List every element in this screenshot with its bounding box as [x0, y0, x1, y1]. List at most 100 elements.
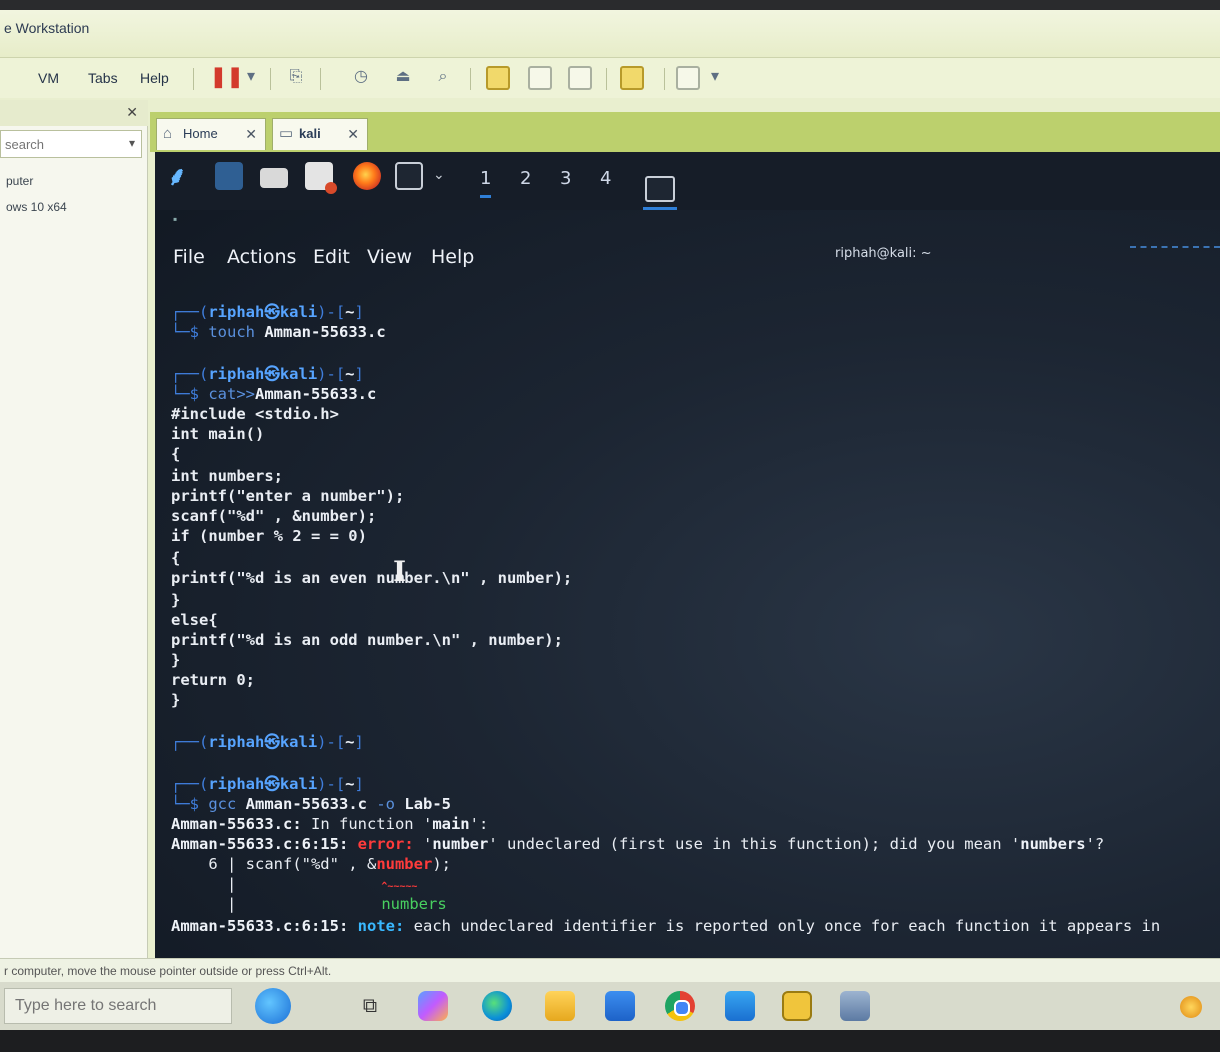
library-item-windows[interactable]: ows 10 x64 — [6, 200, 67, 214]
pause-icon[interactable]: ❚❚ — [210, 66, 244, 88]
terminal-menu-edit[interactable]: Edit — [313, 246, 350, 268]
code-line: #include <stdio.h> — [171, 405, 339, 423]
snapshot-icon[interactable]: ◷ — [350, 66, 372, 88]
prompt-line: ┌──(riphah㉿kali)-[~] — [171, 733, 364, 751]
firefox-icon[interactable] — [353, 162, 381, 190]
menu-help[interactable]: Help — [140, 70, 169, 86]
compiler-note: Amman-55633.c:6:15: note: each undeclare… — [171, 917, 1161, 935]
vmware-icon[interactable] — [782, 991, 812, 1021]
active-window-terminal-icon[interactable] — [643, 176, 677, 210]
file-explorer-icon[interactable] — [545, 991, 575, 1021]
thumbnail-bar-icon[interactable] — [528, 66, 552, 90]
menu-tabs[interactable]: Tabs — [88, 70, 118, 86]
tab-label: kali — [299, 126, 321, 141]
title-decoration — [1130, 246, 1220, 248]
library-header: ✕ — [0, 100, 148, 126]
workspace-3[interactable]: 3 — [560, 168, 571, 189]
terminal-window-icon: ▪ — [173, 212, 178, 226]
vm-icon: ▭ — [279, 125, 294, 142]
compiler-message: Amman-55633.c: In function 'main': — [171, 815, 489, 833]
terminal-launcher-icon[interactable] — [215, 162, 243, 190]
library-search: ▾ — [0, 130, 142, 158]
widgets-icon[interactable] — [255, 988, 291, 1024]
code-line: if (number % 2 = = 0) — [171, 527, 367, 545]
vmware-menubar: VM Tabs Help ❚❚ ▾ ⎘ ◷ ⏏ ⌕ ▾ — [0, 58, 1220, 98]
screen-bezel — [0, 1030, 1220, 1052]
code-line: else{ — [171, 611, 218, 629]
terminal-output[interactable]: ┌──(riphah㉿kali)-[~] └─$ touch Amman-556… — [171, 302, 1216, 952]
tab-home[interactable]: ⌂ Home ✕ — [156, 118, 266, 150]
prompt-line: ┌──(riphah㉿kali)-[~] — [171, 303, 364, 321]
prompt-line: ┌──(riphah㉿kali)-[~] — [171, 775, 364, 793]
code-line: { — [171, 549, 181, 567]
code-line: } — [171, 691, 181, 709]
kali-desktop[interactable]: ⸙ ⌄ 1 2 3 4 ▪ File Actions Edit View Hel… — [155, 152, 1220, 958]
command-line: └─$ touch Amman-55633.c — [171, 323, 386, 341]
chevron-down-icon[interactable]: ▾ — [704, 66, 726, 88]
copilot-icon[interactable] — [418, 991, 448, 1021]
chevron-down-icon[interactable]: ⌄ — [433, 166, 445, 183]
prompt-line: ┌──(riphah㉿kali)-[~] — [171, 365, 364, 383]
library-search-input[interactable] — [1, 131, 121, 157]
stretch-guest-icon[interactable] — [676, 66, 700, 90]
terminal-menubar: File Actions Edit View Help riphah@kali:… — [155, 232, 1220, 272]
store-icon[interactable] — [605, 991, 635, 1021]
chrome-icon[interactable] — [665, 991, 695, 1021]
compiler-error: Amman-55633.c:6:15: error: 'number' unde… — [171, 835, 1105, 853]
revert-snapshot-icon[interactable]: ⏏ — [392, 66, 414, 88]
kali-menu-icon[interactable]: ⸙ — [163, 162, 191, 190]
code-line: scanf("%d" , &number); — [171, 507, 377, 525]
terminal-menu-help[interactable]: Help — [431, 246, 474, 268]
windows-taskbar: ⧉ — [0, 982, 1220, 1030]
close-icon[interactable]: ✕ — [126, 104, 138, 121]
console-view-icon[interactable] — [620, 66, 644, 90]
app-icon[interactable] — [840, 991, 870, 1021]
terminal-menu-actions[interactable]: Actions — [227, 246, 296, 268]
menu-vm[interactable]: VM — [38, 70, 59, 86]
code-line: } — [171, 651, 181, 669]
vmware-titlebar: e Workstation — [0, 0, 1220, 58]
text-cursor-icon: I — [393, 555, 407, 588]
screen-bezel — [0, 0, 1220, 10]
full-screen-icon[interactable] — [568, 66, 592, 90]
task-view-icon[interactable]: ⧉ — [355, 991, 385, 1021]
toolbar-separator — [606, 68, 607, 90]
weather-icon[interactable] — [1180, 996, 1202, 1018]
close-icon[interactable]: ✕ — [347, 119, 359, 149]
snapshot-manager-icon[interactable]: ⌕ — [432, 66, 454, 88]
compiler-suggestion-line: | numbers — [171, 895, 447, 913]
library-panel: ✕ ▾ puter ows 10 x64 — [0, 100, 148, 960]
edge-icon[interactable] — [482, 991, 512, 1021]
tab-label: Home — [183, 126, 218, 141]
chevron-down-icon[interactable]: ▾ — [240, 66, 262, 88]
terminal-title: riphah@kali: ~ — [835, 246, 932, 261]
show-library-icon[interactable] — [486, 66, 510, 90]
files-icon[interactable] — [260, 168, 288, 188]
kali-top-panel: ⸙ ⌄ 1 2 3 4 — [155, 152, 1220, 210]
code-line: int numbers; — [171, 467, 283, 485]
command-line: └─$ gcc Amman-55633.c -o Lab-5 — [171, 795, 452, 813]
code-line: int main() — [171, 425, 265, 443]
workspace-2[interactable]: 2 — [520, 168, 531, 189]
terminal-menu-file[interactable]: File — [173, 246, 205, 268]
code-line: printf("%d is an even number.\n" , numbe… — [171, 569, 573, 587]
mail-icon[interactable] — [725, 991, 755, 1021]
chevron-down-icon[interactable]: ▾ — [129, 136, 135, 150]
vm-tab-strip: ⌂ Home ✕ ▭ kali ✕ — [150, 112, 1220, 152]
close-icon[interactable]: ✕ — [245, 119, 257, 149]
tab-kali[interactable]: ▭ kali ✕ — [272, 118, 368, 150]
taskbar-search-input[interactable] — [5, 989, 229, 1023]
vmware-window: e Workstation VM Tabs Help ❚❚ ▾ ⎘ ◷ ⏏ ⌕ … — [0, 0, 1220, 1052]
terminal-menu-view[interactable]: View — [367, 246, 412, 268]
terminal-icon[interactable] — [395, 162, 423, 190]
library-item-computer[interactable]: puter — [6, 174, 33, 188]
toolbar-separator — [664, 68, 665, 90]
toolbar-separator — [193, 68, 194, 90]
toolbar-separator — [320, 68, 321, 90]
send-ctrl-alt-del-icon[interactable]: ⎘ — [285, 66, 307, 88]
workspace-1[interactable]: 1 — [480, 168, 492, 198]
text-editor-icon[interactable] — [305, 162, 337, 194]
workspace-4[interactable]: 4 — [600, 168, 611, 189]
vmware-status-hint: r computer, move the mouse pointer outsi… — [0, 958, 1220, 982]
code-line: { — [171, 445, 181, 463]
